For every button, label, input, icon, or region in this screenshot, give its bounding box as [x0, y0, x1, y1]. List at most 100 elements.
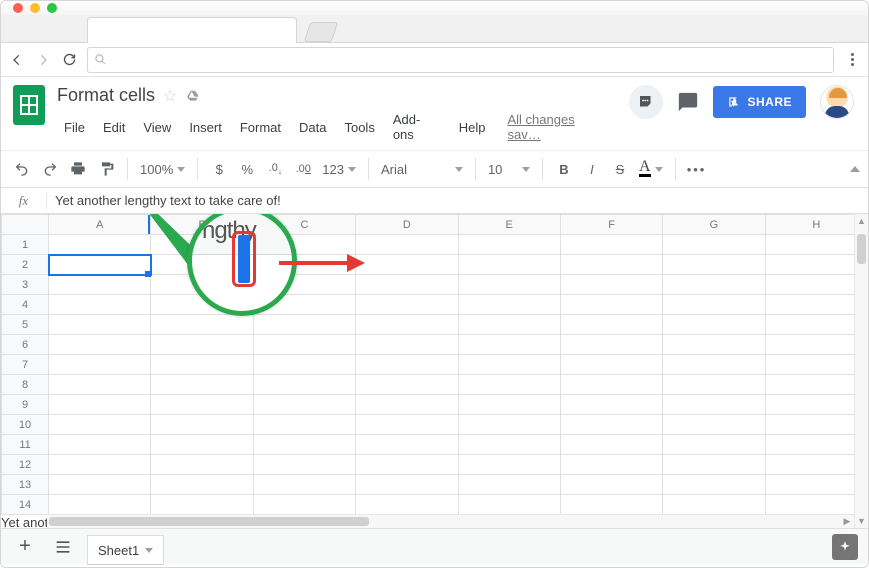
add-sheet-button[interactable]: + [11, 533, 39, 561]
cell[interactable] [560, 495, 662, 515]
cell[interactable] [49, 455, 151, 475]
browser-menu-button[interactable] [844, 53, 860, 66]
cell[interactable] [151, 335, 253, 355]
cell[interactable] [151, 315, 253, 335]
cell[interactable] [356, 455, 458, 475]
cell[interactable] [765, 355, 867, 375]
cell[interactable] [356, 335, 458, 355]
browser-tab[interactable] [87, 17, 297, 43]
cell[interactable] [765, 335, 867, 355]
row-header[interactable]: 14 [2, 495, 49, 515]
cell[interactable] [49, 295, 151, 315]
cell[interactable] [663, 415, 765, 435]
address-bar[interactable] [87, 47, 834, 73]
cell[interactable] [560, 335, 662, 355]
cell[interactable] [663, 495, 765, 515]
vertical-scrollbar[interactable]: ▲ ▼ [854, 214, 868, 528]
col-header-E[interactable]: E [458, 215, 560, 235]
cell[interactable] [356, 475, 458, 495]
row-header[interactable]: 10 [2, 415, 49, 435]
cell[interactable] [765, 315, 867, 335]
cell[interactable] [765, 455, 867, 475]
save-status[interactable]: All changes sav… [501, 110, 618, 144]
cell[interactable] [151, 475, 253, 495]
row-header[interactable]: 8 [2, 375, 49, 395]
cell[interactable] [458, 315, 560, 335]
cell[interactable] [151, 415, 253, 435]
row-header[interactable]: 5 [2, 315, 49, 335]
cell[interactable] [765, 295, 867, 315]
cell[interactable] [663, 355, 765, 375]
cell[interactable] [151, 395, 253, 415]
scroll-down-icon[interactable]: ▼ [855, 514, 868, 528]
cell[interactable] [765, 475, 867, 495]
col-header-G[interactable]: G [663, 215, 765, 235]
account-avatar[interactable] [820, 85, 854, 119]
cell[interactable] [560, 455, 662, 475]
scroll-right-icon[interactable]: ▶ [840, 515, 854, 528]
bold-button[interactable]: B [551, 156, 577, 182]
cell[interactable] [663, 435, 765, 455]
star-icon[interactable]: ☆ [163, 86, 177, 106]
cell[interactable] [253, 295, 355, 315]
col-header-B[interactable]: B [151, 215, 253, 235]
italic-button[interactable]: I [579, 156, 605, 182]
cell[interactable] [253, 395, 355, 415]
cell[interactable] [663, 275, 765, 295]
cell[interactable] [663, 395, 765, 415]
cell[interactable] [253, 415, 355, 435]
number-format-dropdown[interactable]: 123 [318, 156, 360, 182]
cell[interactable] [356, 375, 458, 395]
menu-file[interactable]: File [57, 118, 92, 137]
cell[interactable] [151, 295, 253, 315]
selection-fill-handle[interactable] [145, 271, 151, 277]
cell[interactable] [49, 435, 151, 455]
cell[interactable] [765, 235, 867, 255]
cell[interactable] [253, 375, 355, 395]
cell[interactable] [458, 255, 560, 275]
collapse-toolbar-button[interactable] [850, 166, 860, 172]
sheet-tab-menu-icon[interactable] [145, 548, 153, 553]
cell[interactable] [253, 335, 355, 355]
cell[interactable] [356, 395, 458, 415]
row-header[interactable]: 2 [2, 255, 49, 275]
cell[interactable] [49, 275, 151, 295]
new-tab-button[interactable] [304, 22, 338, 42]
col-header-H[interactable]: H [765, 215, 867, 235]
cell[interactable] [253, 455, 355, 475]
cell[interactable] [151, 355, 253, 375]
cell[interactable] [458, 375, 560, 395]
cell[interactable] [253, 475, 355, 495]
cell[interactable] [765, 395, 867, 415]
comments-icon[interactable] [677, 91, 699, 113]
cell[interactable] [356, 275, 458, 295]
cell[interactable] [560, 415, 662, 435]
row-header[interactable]: 9 [2, 395, 49, 415]
reload-button[interactable] [61, 52, 77, 68]
cell[interactable] [49, 395, 151, 415]
cell[interactable] [356, 315, 458, 335]
cell[interactable] [356, 415, 458, 435]
cell-A2[interactable] [49, 255, 151, 275]
cell[interactable] [356, 295, 458, 315]
menu-edit[interactable]: Edit [96, 118, 132, 137]
document-title[interactable]: Format cells [57, 85, 155, 106]
menu-format[interactable]: Format [233, 118, 288, 137]
cell[interactable] [253, 435, 355, 455]
cell[interactable] [356, 355, 458, 375]
cell[interactable] [458, 495, 560, 515]
cell[interactable] [356, 235, 458, 255]
cell[interactable] [663, 335, 765, 355]
col-header-A[interactable]: A [49, 215, 151, 235]
menu-data[interactable]: Data [292, 118, 333, 137]
sheet-tab-active[interactable]: Sheet1 [87, 535, 164, 565]
cell[interactable] [560, 275, 662, 295]
cell[interactable] [151, 375, 253, 395]
cell[interactable] [253, 235, 355, 255]
spreadsheet-grid[interactable]: A B C D E F G H 1234567891011121314 [1, 214, 868, 515]
cell[interactable] [49, 235, 151, 255]
cell[interactable] [560, 475, 662, 495]
cell[interactable] [663, 255, 765, 275]
row-header[interactable]: 13 [2, 475, 49, 495]
back-button[interactable] [9, 52, 25, 68]
